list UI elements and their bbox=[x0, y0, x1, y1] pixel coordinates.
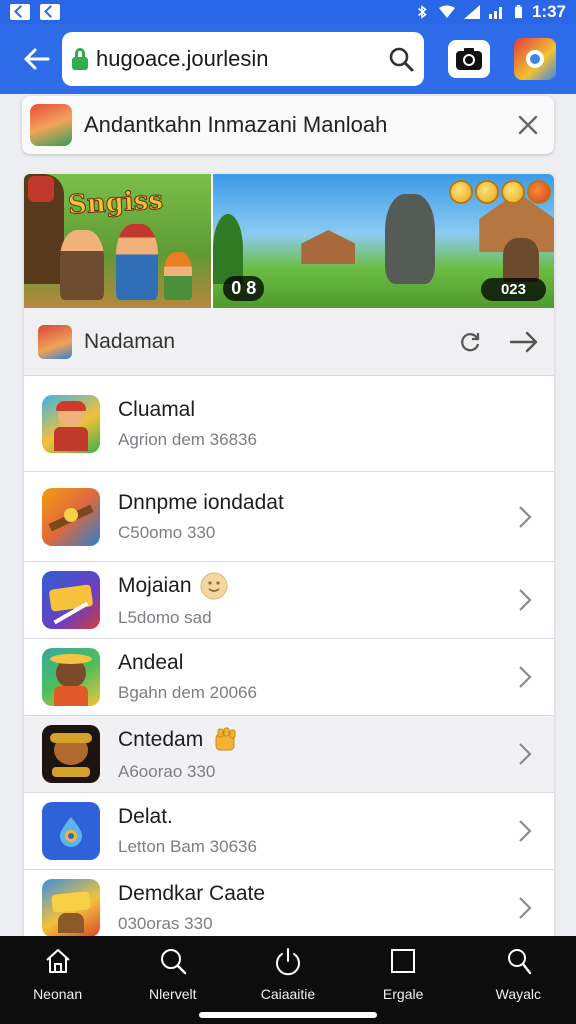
bottom-navigation: Neonan Nlervelt Caiaaitie Ergale Wayalc bbox=[0, 936, 576, 1024]
chevron-right-icon bbox=[510, 657, 540, 697]
app-logo-icon bbox=[526, 50, 544, 68]
hand-emoji-icon bbox=[215, 727, 236, 751]
section-header: Nadaman bbox=[24, 308, 554, 376]
profile-avatar-button[interactable] bbox=[514, 38, 556, 80]
search-icon[interactable] bbox=[388, 46, 414, 72]
nav-label: Caiaaitie bbox=[260, 986, 316, 1002]
list-item[interactable]: Cluamal Agrion dem 36836 bbox=[24, 376, 554, 472]
game-banner[interactable]: Sngiss 0 8 023 bbox=[24, 174, 554, 308]
camera-icon bbox=[456, 48, 482, 70]
banner-artwork-right: 0 8 023 bbox=[213, 174, 554, 308]
section-title: Nadaman bbox=[84, 329, 176, 353]
url-field[interactable]: hugoace.jourlesin bbox=[62, 32, 424, 86]
nav-label: Nlervelt bbox=[149, 986, 197, 1002]
chevron-right-icon bbox=[510, 888, 540, 928]
item-title: Cluamal bbox=[118, 397, 196, 421]
power-icon bbox=[275, 948, 300, 976]
url-text: hugoace.jourlesin bbox=[96, 46, 269, 71]
close-icon bbox=[518, 115, 538, 135]
signal-bars-icon bbox=[488, 7, 502, 19]
nav-label: Neonan bbox=[33, 986, 83, 1002]
lock-icon bbox=[72, 48, 88, 70]
nav-search[interactable]: Nlervelt bbox=[115, 936, 230, 1012]
list-item[interactable]: Mojaian L5domo sad bbox=[24, 562, 554, 639]
drop-logo-icon bbox=[60, 817, 82, 847]
app-icon bbox=[42, 802, 100, 860]
list-item[interactable]: Delat. Letton Bam 30636 bbox=[24, 793, 554, 870]
back-arrow-icon bbox=[24, 48, 50, 70]
bluetooth-icon bbox=[417, 5, 427, 19]
wifi-icon bbox=[438, 5, 455, 18]
item-subtitle: Letton Bam 30636 bbox=[118, 837, 257, 856]
list-item[interactable]: Cntedam A6oorao 330 bbox=[24, 716, 554, 793]
banner-score-left: 0 8 bbox=[223, 276, 265, 301]
item-title: Cntedam bbox=[118, 728, 204, 751]
item-subtitle: 030oras 330 bbox=[118, 914, 213, 933]
chevron-right-icon bbox=[510, 497, 540, 537]
profile-icon bbox=[508, 949, 532, 975]
notification-icon bbox=[40, 4, 60, 20]
refresh-button[interactable] bbox=[450, 322, 490, 362]
nav-profile[interactable]: Wayalc bbox=[461, 936, 576, 1012]
banner-score-right: 023 bbox=[480, 278, 546, 301]
app-icon bbox=[42, 571, 100, 629]
camera-button[interactable] bbox=[448, 40, 490, 78]
close-button[interactable] bbox=[508, 105, 548, 145]
item-subtitle: A6oorao 330 bbox=[118, 762, 216, 781]
nav-home[interactable]: Neonan bbox=[0, 936, 115, 1012]
banner-artwork-left: Sngiss bbox=[24, 174, 212, 308]
app-icon bbox=[42, 487, 100, 546]
chevron-right-icon bbox=[510, 734, 540, 774]
item-subtitle: L5domo sad bbox=[118, 608, 212, 627]
banner-title: Sngiss bbox=[67, 185, 164, 221]
app-icon bbox=[42, 648, 100, 706]
list-item[interactable]: Andeal Bgahn dem 20066 bbox=[24, 639, 554, 716]
search-suggestion-card[interactable]: Andantkahn Inmazani Manloah bbox=[22, 96, 554, 154]
status-time: 1:37 bbox=[531, 2, 566, 21]
smiley-emoji-icon bbox=[200, 572, 228, 600]
section-more-button[interactable] bbox=[502, 322, 546, 362]
nav-square[interactable]: Ergale bbox=[346, 936, 461, 1012]
nav-label: Wayalc bbox=[495, 986, 542, 1002]
item-subtitle: C50omo 330 bbox=[118, 522, 216, 542]
app-icon bbox=[42, 725, 100, 783]
list-item[interactable]: Demdkar Caate 030oras 330 bbox=[24, 870, 554, 944]
chevron-right-icon bbox=[510, 811, 540, 851]
home-icon bbox=[45, 949, 70, 973]
app-icon bbox=[42, 879, 100, 937]
item-title: Mojaian bbox=[118, 574, 192, 597]
address-bar: hugoace.jourlesin bbox=[0, 24, 576, 94]
chevron-right-icon bbox=[510, 580, 540, 620]
item-title: Dnnpme iondadat bbox=[118, 490, 284, 514]
item-subtitle: Agrion dem 36836 bbox=[118, 429, 257, 449]
list-item[interactable]: Dnnpme iondadat C50omo 330 bbox=[24, 472, 554, 562]
item-title: Demdkar Caate bbox=[118, 882, 266, 905]
nav-label: Ergale bbox=[382, 986, 424, 1002]
search-icon bbox=[160, 949, 186, 975]
results-card: Sngiss 0 8 023 Nadaman Cluamal Agrion de… bbox=[24, 174, 554, 944]
battery-icon bbox=[514, 5, 522, 19]
monster-figure bbox=[385, 194, 436, 284]
status-bar: 1:37 bbox=[0, 0, 576, 24]
nav-power[interactable]: Caiaaitie bbox=[230, 936, 345, 1012]
item-title: Delat. bbox=[118, 805, 173, 828]
item-subtitle: Bgahn dem 20066 bbox=[118, 683, 257, 702]
suggestion-text: Andantkahn Inmazani Manloah bbox=[84, 112, 388, 137]
app-icon bbox=[42, 394, 100, 453]
notification-icon bbox=[10, 4, 30, 20]
game-badge-icon bbox=[28, 176, 54, 202]
square-icon bbox=[391, 949, 416, 973]
back-button[interactable] bbox=[12, 35, 60, 83]
section-thumbnail bbox=[38, 324, 72, 359]
suggestion-thumbnail bbox=[30, 104, 72, 146]
arrow-right-icon bbox=[509, 331, 538, 352]
item-title: Andeal bbox=[118, 651, 184, 674]
refresh-icon bbox=[461, 332, 480, 351]
signal-icon bbox=[463, 5, 480, 19]
home-indicator[interactable] bbox=[199, 1012, 377, 1018]
app-list: Cluamal Agrion dem 36836 Dnnpme iondadat… bbox=[24, 376, 554, 944]
